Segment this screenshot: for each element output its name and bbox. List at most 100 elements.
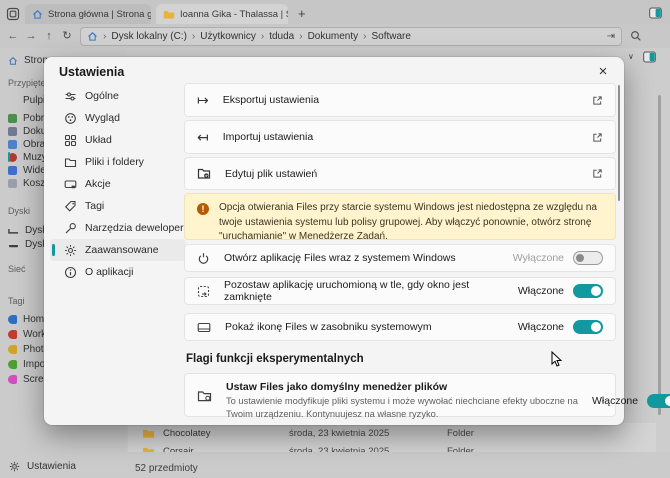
selection-indicator <box>8 152 10 162</box>
items-count: 52 przedmioty <box>135 463 198 474</box>
card-label: Importuj ustawienia <box>222 131 314 143</box>
folder-icon <box>163 9 175 20</box>
chevron-right-icon: › <box>191 30 196 42</box>
run-in-background-row: Pozostaw aplikację uruchomioną w tle, gd… <box>184 277 616 305</box>
settings-nav-appearance[interactable]: Wygląd <box>50 107 186 129</box>
up-button[interactable]: ↑ <box>40 30 58 42</box>
window-layout-icon[interactable] <box>6 7 20 21</box>
settings-nav-general[interactable]: Ogólne <box>50 85 186 107</box>
chevron-right-icon: › <box>103 30 107 42</box>
sidebar-item-desktop[interactable]: Pulpit <box>8 94 48 107</box>
toggle-label: Pokaż ikonę Files w zasobniku systemowym <box>225 321 432 333</box>
tag-icon <box>64 200 77 213</box>
window-scrollbar[interactable] <box>658 95 661 415</box>
new-tab-button[interactable]: + <box>298 7 306 20</box>
toggle-label: Otwórz aplikację Files wraz z systemem W… <box>224 252 456 264</box>
sidebar-item-label: Work <box>23 329 47 340</box>
chevron-right-icon: › <box>363 30 367 42</box>
breadcrumb-segment[interactable]: tduda <box>269 31 294 42</box>
details-pane-icon[interactable] <box>643 51 656 63</box>
back-button[interactable]: ← <box>4 30 22 42</box>
sidebar-item-tag-photo[interactable]: Photo <box>8 343 49 356</box>
startup-warning-banner: ! Opcja otwierania Files przy starcie sy… <box>184 193 616 242</box>
sidebar-item-label: Doku <box>23 126 47 137</box>
settings-nav-files-folders[interactable]: Pliki i foldery <box>50 151 186 173</box>
export-settings-card[interactable]: ↦ Eksportuj ustawienia <box>184 83 616 117</box>
power-icon <box>197 252 210 265</box>
toggle-switch[interactable] <box>573 284 603 298</box>
breadcrumb[interactable]: › Dysk lokalny (C:) › Użytkownicy › tdud… <box>80 26 622 46</box>
edit-settings-file-card[interactable]: Edytuj plik ustawień <box>184 157 616 190</box>
settings-nav-advanced[interactable]: Zaawansowane <box>50 239 186 261</box>
open-external-icon <box>592 168 603 179</box>
tab-label: Strona główna | Strona główna <box>48 8 151 20</box>
toggle-state: Włączone <box>517 321 564 333</box>
settings-nav-layout[interactable]: Układ <box>50 129 186 151</box>
warning-icon: ! <box>197 203 209 215</box>
sidebar-item-music[interactable]: Muzy <box>8 151 47 164</box>
sidebar-item-tag-screen[interactable]: Scree <box>8 373 49 386</box>
settings-nav-tags[interactable]: Tagi <box>50 195 186 217</box>
sidebar-item-label: Wide <box>23 165 46 176</box>
sidebar-item-drive-d[interactable]: Dysk <box>8 238 47 251</box>
settings-nav: Ogólne Wygląd Układ Pliki i foldery Akcj… <box>50 85 202 283</box>
import-settings-card[interactable]: ↤ Importuj ustawienia <box>184 120 616 154</box>
settings-nav-actions[interactable]: Akcje <box>50 173 186 195</box>
sort-dropdown-icon[interactable]: ∨ <box>628 52 634 61</box>
preview-pane-icon[interactable] <box>649 7 662 19</box>
sidebar-item-label: Kosz <box>23 178 46 189</box>
tag-icon <box>8 375 17 384</box>
nav-label: Wygląd <box>85 112 120 124</box>
warning-text: Opcja otwierania Files przy starcie syst… <box>219 202 597 242</box>
forward-button[interactable]: → <box>22 30 40 42</box>
open-external-icon <box>592 95 603 106</box>
search-icon[interactable] <box>630 30 642 42</box>
tab-label: Ioanna Gika - Thalassa | Softw <box>180 8 288 20</box>
breadcrumb-segment[interactable]: Dokumenty <box>308 31 359 42</box>
nav-label: Układ <box>85 134 112 146</box>
nav-label: Zaawansowane <box>85 244 159 256</box>
default-file-manager-row: Ustaw Files jako domyślny menedżer plikó… <box>184 373 670 419</box>
sidebar-item-tag-import[interactable]: Impor <box>8 358 49 371</box>
file-row[interactable]: Chocolatey środa, 23 kwietnia 2025 Folde… <box>142 425 646 441</box>
system-tray-icon <box>197 321 211 334</box>
settings-nav-devtools[interactable]: Narzędzia deweloperskie <box>50 217 202 239</box>
tab-software[interactable]: Ioanna Gika - Thalassa | Softw × <box>156 4 288 24</box>
home-icon[interactable] <box>87 31 98 42</box>
keyboard-icon <box>64 178 77 191</box>
videos-icon <box>8 166 17 175</box>
files-app-window: Strona główna | Strona główna × Ioanna G… <box>0 0 670 478</box>
sidebar-item-recyclebin[interactable]: Kosz <box>8 177 45 190</box>
breadcrumb-segment[interactable]: Dysk lokalny (C:) <box>111 31 187 42</box>
sidebar-item-settings[interactable]: Ustawienia <box>9 461 76 472</box>
dialog-title: Ustawienia <box>59 65 125 79</box>
settings-label: Ustawienia <box>27 461 76 472</box>
toggle-switch[interactable] <box>647 394 670 408</box>
toggle-switch[interactable] <box>573 320 603 334</box>
breadcrumb-segment[interactable]: Użytkownicy <box>200 31 256 42</box>
toggle-state: Włączone <box>517 285 564 297</box>
goto-arrow-icon[interactable]: ⇥ <box>607 31 615 42</box>
refresh-button[interactable]: ↻ <box>58 30 76 42</box>
nav-label: Tagi <box>85 200 105 212</box>
tab-home[interactable]: Strona główna | Strona główna × <box>25 4 151 24</box>
open-at-startup-row: Otwórz aplikację Files wraz z systemem W… <box>184 244 616 272</box>
sidebar-item-tag-work[interactable]: Work <box>8 328 46 341</box>
settings-dialog: Ustawienia × Ogólne Wygląd Układ Pliki i… <box>44 57 670 425</box>
sidebar-item-videos[interactable]: Wide <box>8 164 46 177</box>
file-type: Folder <box>447 427 474 439</box>
layout-grid-icon <box>64 134 77 147</box>
drive-icon <box>8 240 19 250</box>
pictures-icon <box>8 140 17 149</box>
gear-icon <box>64 244 77 257</box>
card-label: Edytuj plik ustawień <box>225 167 318 180</box>
dialog-scrollbar[interactable] <box>618 85 620 201</box>
sidebar-item-documents[interactable]: Doku <box>8 125 46 138</box>
flag-text: Ustaw Files jako domyślny menedżer plikó… <box>226 381 578 421</box>
settings-nav-about[interactable]: O aplikacji <box>50 261 186 283</box>
breadcrumb-segment[interactable]: Software <box>371 31 410 42</box>
toggle-switch[interactable] <box>573 251 603 265</box>
nav-label: Akcje <box>85 178 111 190</box>
sidebar-section-tags: Tagi <box>8 296 25 306</box>
close-icon[interactable]: × <box>594 62 612 80</box>
